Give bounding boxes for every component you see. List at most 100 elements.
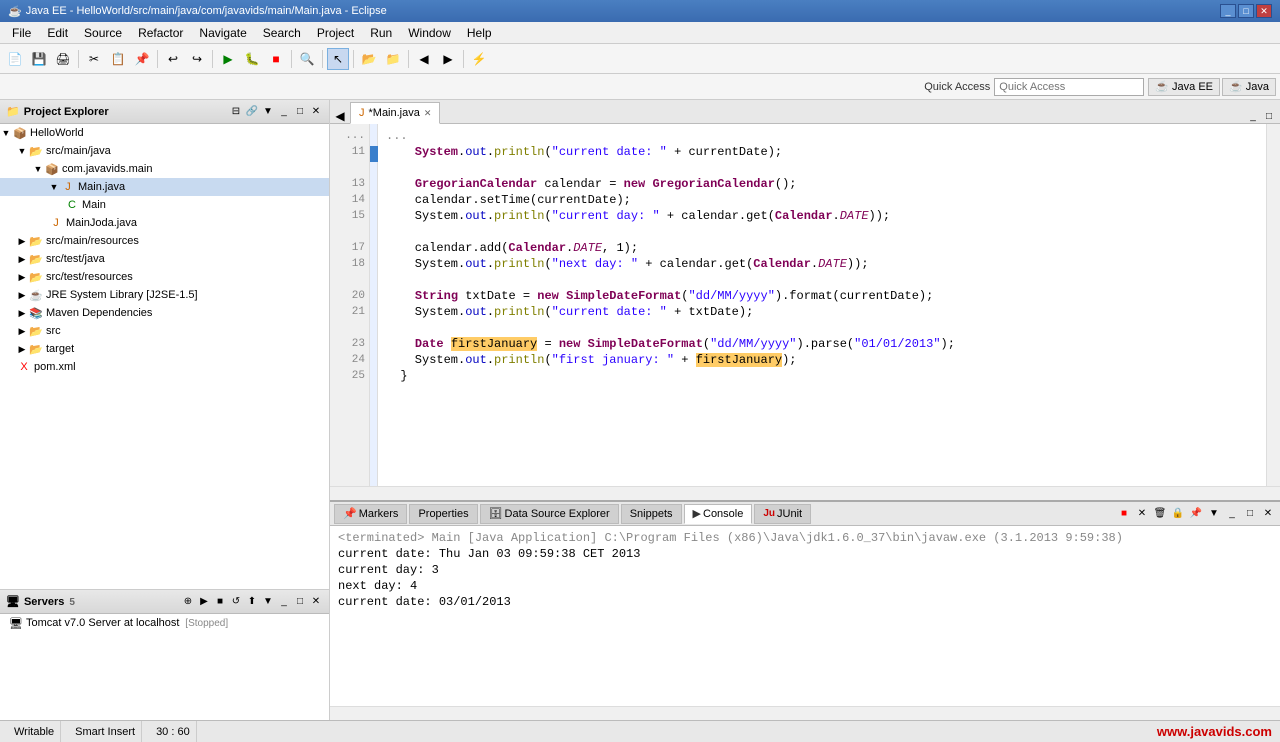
toggle-src-test-resources[interactable]: ▶ xyxy=(16,271,28,283)
close-console-button[interactable]: ✕ xyxy=(1260,506,1276,522)
maximize-editor-button[interactable]: □ xyxy=(1262,109,1276,123)
tree-item-pom[interactable]: X pom.xml xyxy=(0,358,329,376)
toggle-src-main-resources[interactable]: ▶ xyxy=(16,235,28,247)
toggle-src[interactable]: ▶ xyxy=(16,325,28,337)
tab-datasource[interactable]: 🗄 Data Source Explorer xyxy=(480,504,619,524)
minimize-explorer-button[interactable]: _ xyxy=(277,105,291,119)
menu-run[interactable]: Run xyxy=(362,22,400,44)
close-button[interactable]: ✕ xyxy=(1256,4,1272,18)
code-content-area[interactable]: ... System.out.println("current date: " … xyxy=(378,124,1266,486)
maximize-console-button[interactable]: □ xyxy=(1242,506,1258,522)
menu-navigate[interactable]: Navigate xyxy=(191,22,254,44)
print-button[interactable]: 🖨 xyxy=(52,48,74,70)
new-button[interactable]: 📄 xyxy=(4,48,26,70)
servers-tree[interactable]: 🖥 Tomcat v7.0 Server at localhost [Stopp… xyxy=(0,614,329,720)
restart-server-button[interactable]: ↺ xyxy=(229,595,243,609)
next-annot-button[interactable]: ⚡ xyxy=(468,48,490,70)
menu-source[interactable]: Source xyxy=(76,22,130,44)
close-servers-button[interactable]: ✕ xyxy=(309,595,323,609)
prev-edit-button[interactable]: ◀ xyxy=(413,48,435,70)
minimize-console-button[interactable]: _ xyxy=(1224,506,1240,522)
tree-item-helloworld[interactable]: ▼ 📦 HelloWorld xyxy=(0,124,329,142)
editor-back-button[interactable]: ◀ xyxy=(330,109,350,123)
debug-button[interactable]: 🐛 xyxy=(241,48,263,70)
menu-help[interactable]: Help xyxy=(459,22,500,44)
tab-console[interactable]: ▶ Console xyxy=(684,504,753,524)
tree-item-jre[interactable]: ▶ ☕ JRE System Library [J2SE-1.5] xyxy=(0,286,329,304)
tab-junit[interactable]: Ju JUnit xyxy=(754,504,811,524)
toggle-src-test-java[interactable]: ▶ xyxy=(16,253,28,265)
scroll-lock-button[interactable]: 🔒 xyxy=(1170,506,1186,522)
save-button[interactable]: 💾 xyxy=(28,48,50,70)
menu-project[interactable]: Project xyxy=(309,22,362,44)
menu-window[interactable]: Window xyxy=(400,22,459,44)
tree-item-mainjoda[interactable]: J MainJoda.java xyxy=(0,214,329,232)
search-button[interactable]: 🔍 xyxy=(296,48,318,70)
tab-snippets[interactable]: Snippets xyxy=(621,504,682,524)
servers-menu-button[interactable]: ▼ xyxy=(261,595,275,609)
maximize-servers-button[interactable]: □ xyxy=(293,595,307,609)
editor-scrollbar[interactable] xyxy=(1266,124,1280,486)
link-editor-button[interactable]: 🔗 xyxy=(245,105,259,119)
cut-button[interactable]: ✂ xyxy=(83,48,105,70)
tree-item-src-test-java[interactable]: ▶ 📂 src/test/java xyxy=(0,250,329,268)
new-server-button[interactable]: ⊕ xyxy=(181,595,195,609)
maximize-button[interactable]: □ xyxy=(1238,4,1254,18)
toggle-src-main-java[interactable]: ▼ xyxy=(16,145,28,157)
tree-item-src-test-resources[interactable]: ▶ 📂 src/test/resources xyxy=(0,268,329,286)
tree-item-target[interactable]: ▶ 📂 target xyxy=(0,340,329,358)
terminate-button[interactable]: ■ xyxy=(1116,506,1132,522)
toggle-helloworld[interactable]: ▼ xyxy=(0,127,12,139)
console-hscroll[interactable] xyxy=(330,706,1280,720)
clear-console-button[interactable]: 🗑 xyxy=(1152,506,1168,522)
copy-button[interactable]: 📋 xyxy=(107,48,129,70)
tab-close-button[interactable]: ✕ xyxy=(424,108,432,119)
stop-server-button[interactable]: ■ xyxy=(213,595,227,609)
project-tree[interactable]: ▼ 📦 HelloWorld ▼ 📂 src/main/java ▼ 📦 xyxy=(0,124,329,589)
tree-item-com-javavids[interactable]: ▼ 📦 com.javavids.main xyxy=(0,160,329,178)
cursor-button[interactable]: ↖ xyxy=(327,48,349,70)
run-button[interactable]: ▶ xyxy=(217,48,239,70)
tab-main-java[interactable]: J *Main.java ✕ xyxy=(350,102,440,124)
tree-item-src-main-java[interactable]: ▼ 📂 src/main/java xyxy=(0,142,329,160)
horizontal-scrollbar[interactable] xyxy=(330,486,1280,500)
close-explorer-button[interactable]: ✕ xyxy=(309,105,323,119)
tree-item-maven[interactable]: ▶ 📚 Maven Dependencies xyxy=(0,304,329,322)
collapse-all-button[interactable]: ⊟ xyxy=(229,105,243,119)
toggle-maven[interactable]: ▶ xyxy=(16,307,28,319)
perspective-javaee[interactable]: ☕ Java EE xyxy=(1148,78,1220,96)
open-resource-button[interactable]: 📁 xyxy=(382,48,404,70)
menu-refactor[interactable]: Refactor xyxy=(130,22,191,44)
paste-button[interactable]: 📌 xyxy=(131,48,153,70)
menu-search[interactable]: Search xyxy=(255,22,309,44)
tree-item-main-class[interactable]: C Main xyxy=(0,196,329,214)
quickaccess-input[interactable] xyxy=(994,78,1144,96)
menu-edit[interactable]: Edit xyxy=(39,22,76,44)
publish-button[interactable]: ⬆ xyxy=(245,595,259,609)
pin-button[interactable]: 📌 xyxy=(1188,506,1204,522)
start-server-button[interactable]: ▶ xyxy=(197,595,211,609)
tree-item-src[interactable]: ▶ 📂 src xyxy=(0,322,329,340)
tree-item-src-main-resources[interactable]: ▶ 📂 src/main/resources xyxy=(0,232,329,250)
server-tomcat[interactable]: 🖥 Tomcat v7.0 Server at localhost [Stopp… xyxy=(0,614,329,632)
redo-button[interactable]: ↪ xyxy=(186,48,208,70)
toggle-target[interactable]: ▶ xyxy=(16,343,28,355)
explorer-menu-button[interactable]: ▼ xyxy=(261,105,275,119)
tree-item-main-java[interactable]: ▼ J Main.java xyxy=(0,178,329,196)
tab-markers[interactable]: 📌 Markers xyxy=(334,504,407,524)
undo-button[interactable]: ↩ xyxy=(162,48,184,70)
tab-properties[interactable]: Properties xyxy=(409,504,477,524)
toggle-main-java[interactable]: ▼ xyxy=(48,181,60,193)
minimize-servers-button[interactable]: _ xyxy=(277,595,291,609)
stop-button[interactable]: ■ xyxy=(265,48,287,70)
perspective-java[interactable]: ☕ Java xyxy=(1222,78,1276,96)
open-type-button[interactable]: 📂 xyxy=(358,48,380,70)
minimize-button[interactable]: _ xyxy=(1220,4,1236,18)
toggle-jre[interactable]: ▶ xyxy=(16,289,28,301)
toggle-com-javavids[interactable]: ▼ xyxy=(32,163,44,175)
next-edit-button[interactable]: ▶ xyxy=(437,48,459,70)
window-controls[interactable]: _ □ ✕ xyxy=(1220,4,1272,18)
console-view-menu[interactable]: ▼ xyxy=(1206,506,1222,522)
minimize-editor-button[interactable]: _ xyxy=(1246,109,1260,123)
remove-launch-button[interactable]: ✕ xyxy=(1134,506,1150,522)
